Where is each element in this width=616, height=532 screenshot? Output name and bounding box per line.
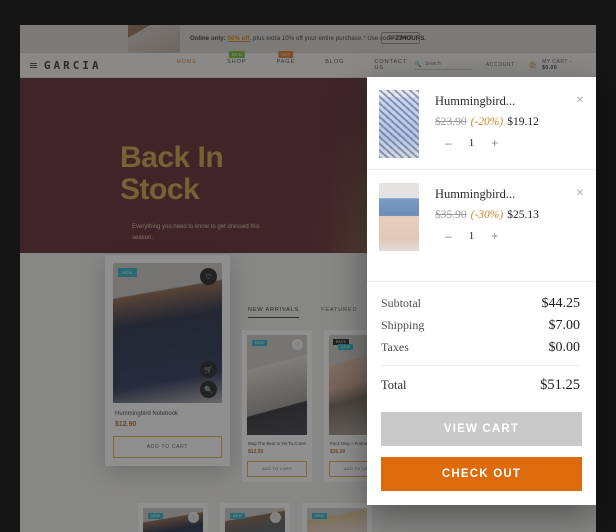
cart-item-new-price: $25.13 [507, 209, 539, 221]
total-value: $51.25 [540, 377, 580, 393]
subtotal-label: Subtotal [381, 296, 422, 310]
cart-item-name[interactable]: Hummingbird... [435, 94, 580, 109]
checkout-button[interactable]: CHECK OUT [381, 457, 582, 491]
cart-item: Hummingbird... $35.90 (-30%) $25.13 – 1 + … [367, 169, 596, 262]
cart-item: Hummingbird... $23.90 (-20%) $19.12 – 1 + … [367, 77, 596, 169]
quantity-increase-button[interactable]: + [491, 230, 498, 242]
quantity-increase-button[interactable]: + [491, 137, 498, 149]
totals-divider [381, 365, 580, 366]
cart-item-details: Hummingbird... $23.90 (-20%) $19.12 – 1 + [419, 90, 580, 158]
subtotal-row: Subtotal $44.25 [381, 296, 580, 312]
quantity-value[interactable]: 1 [469, 230, 475, 242]
total-row: Total $51.25 [381, 377, 580, 394]
cart-item-thumbnail[interactable] [379, 90, 419, 158]
cart-flyout-panel: Hummingbird... $23.90 (-20%) $19.12 – 1 + … [367, 77, 596, 505]
remove-item-close-icon[interactable]: ✕ [576, 188, 584, 199]
screenshot-stage: Online only: 50% off, plus extra 10% off… [0, 0, 616, 532]
remove-item-close-icon[interactable]: ✕ [576, 95, 584, 106]
cart-item-name[interactable]: Hummingbird... [435, 187, 580, 202]
cart-item-quantity-stepper: – 1 + [435, 137, 580, 149]
cart-item-discount: (-20%) [470, 116, 504, 128]
shipping-label: Shipping [381, 318, 425, 332]
taxes-row: Taxes $0.00 [381, 340, 580, 356]
subtotal-value: $44.25 [541, 296, 581, 311]
cart-item-price-row: $35.90 (-30%) $25.13 [435, 209, 580, 221]
cart-totals: Subtotal $44.25 Shipping $7.00 Taxes $0.… [367, 281, 596, 404]
taxes-value: $0.00 [548, 340, 581, 355]
shipping-value: $7.00 [548, 318, 581, 333]
quantity-value[interactable]: 1 [469, 137, 475, 149]
cart-item-old-price: $23.90 [435, 116, 467, 128]
total-label: Total [381, 378, 407, 392]
cart-item-price-row: $23.90 (-20%) $19.12 [435, 116, 580, 128]
quantity-decrease-button[interactable]: – [445, 230, 452, 242]
cart-item-thumbnail[interactable] [379, 183, 419, 251]
cart-item-details: Hummingbird... $35.90 (-30%) $25.13 – 1 + [419, 183, 580, 251]
quantity-decrease-button[interactable]: – [445, 137, 452, 149]
cart-item-quantity-stepper: – 1 + [435, 230, 580, 242]
cart-actions: VIEW CART CHECK OUT [367, 404, 596, 505]
cart-item-discount: (-30%) [470, 209, 504, 221]
view-cart-button[interactable]: VIEW CART [381, 412, 582, 446]
taxes-label: Taxes [381, 340, 409, 354]
cart-item-new-price: $19.12 [507, 116, 539, 128]
cart-item-old-price: $35.90 [435, 209, 467, 221]
shipping-row: Shipping $7.00 [381, 318, 580, 334]
